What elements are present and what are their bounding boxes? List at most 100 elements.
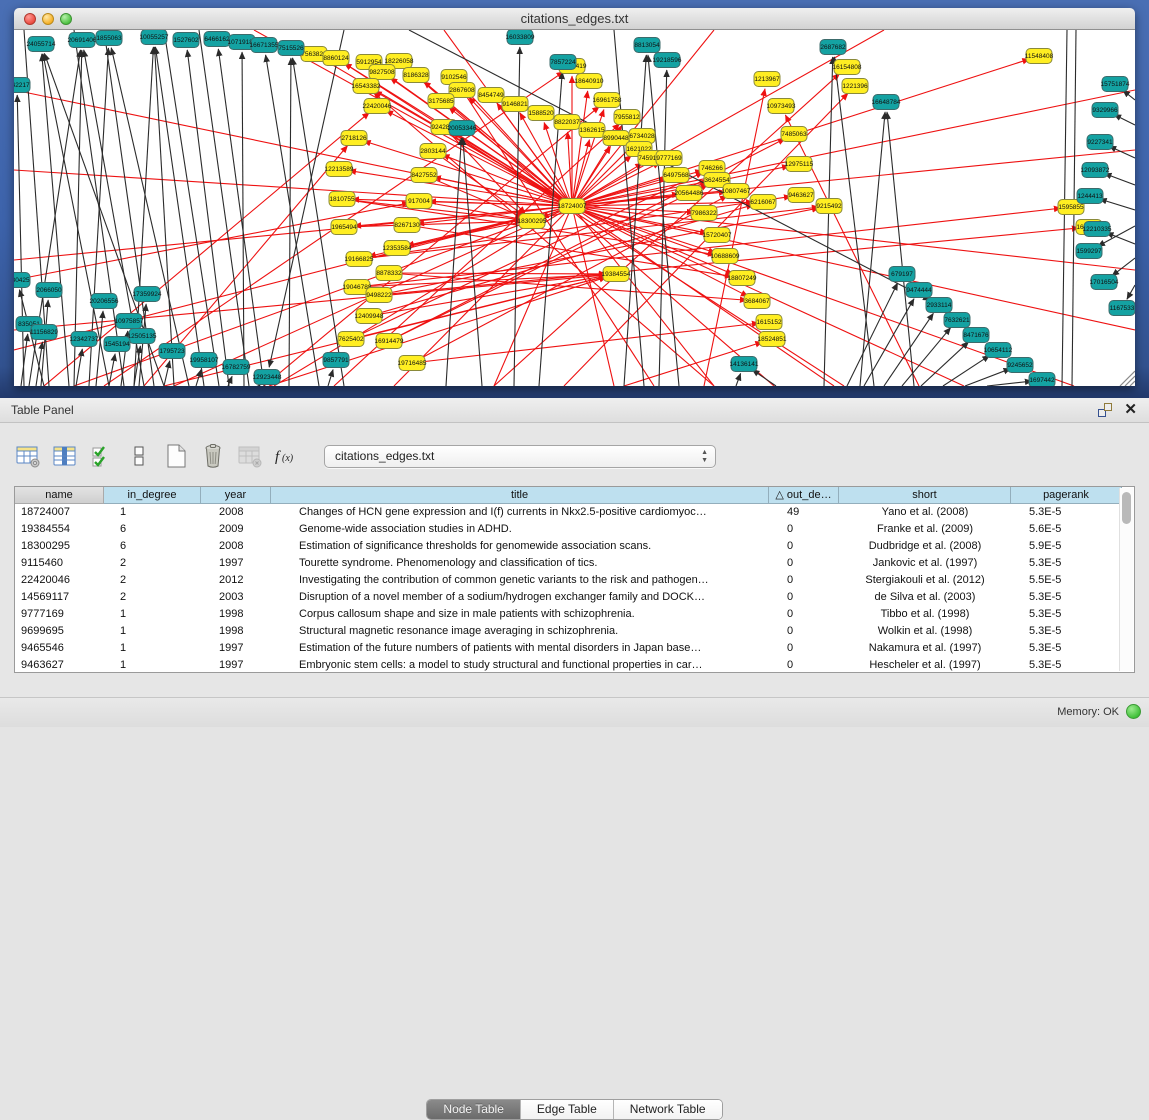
graph-node-9857791[interactable]: 9857791 [323, 353, 349, 368]
graph-node-16648784[interactable]: 16648784 [872, 95, 901, 110]
table-row[interactable]: 977716911998Corpus callosum shape and si… [15, 606, 1134, 623]
citation-edge-black[interactable] [289, 58, 291, 386]
delete-column-icon[interactable] [199, 443, 227, 469]
graph-node-3684067[interactable]: 3684067 [744, 294, 770, 309]
citation-edge-black[interactable] [164, 361, 170, 386]
citation-edge-red[interactable] [494, 206, 572, 386]
column-header-pagerank[interactable]: pagerank [1011, 487, 1122, 504]
graph-node-10055257[interactable]: 10055257 [140, 30, 169, 45]
graph-node-12093872[interactable]: 12093872 [1081, 163, 1110, 178]
citation-edge-black[interactable] [921, 342, 969, 386]
citation-edge-black[interactable] [987, 381, 1032, 386]
citation-edge-black[interactable] [1112, 258, 1135, 276]
graph-node-1213967[interactable]: 1213967 [754, 72, 780, 87]
graph-node-679197[interactable]: 679197 [889, 267, 915, 282]
graph-node-7625402[interactable]: 7625402 [338, 332, 364, 347]
graph-node-9463627[interactable]: 9463627 [788, 188, 814, 203]
graph-node-7485063[interactable]: 7485063 [781, 127, 807, 142]
graph-node-20564486[interactable]: 20564486 [675, 186, 704, 201]
graph-node-917004[interactable]: 917004 [406, 194, 432, 209]
window-titlebar[interactable]: citations_edges.txt [14, 8, 1135, 30]
graph-node-18640910[interactable]: 18640910 [575, 74, 604, 89]
graph-node-7955812[interactable]: 7955812 [614, 110, 640, 125]
graph-node-6466162[interactable]: 6466162 [204, 32, 230, 47]
citation-edge-black[interactable] [884, 313, 933, 386]
graph-node-12213589[interactable]: 12213589 [325, 162, 354, 177]
tab-edge-table[interactable]: Edge Table [521, 1100, 614, 1119]
table-row[interactable]: 946362711997Embryonic stem cells: a mode… [15, 657, 1134, 674]
graph-node-16782759[interactable]: 16782759 [222, 360, 251, 375]
graph-node-9777169[interactable]: 9777169 [656, 151, 682, 166]
graph-node-1965494[interactable]: 1965494 [331, 220, 357, 235]
citation-edge-black[interactable] [17, 95, 24, 386]
graph-node-18807249[interactable]: 18807249 [728, 271, 757, 286]
citation-edge-black[interactable] [1127, 285, 1135, 299]
citation-edge-black[interactable] [834, 57, 874, 386]
table-row[interactable]: 911546021997Tourette syndrome. Phenomeno… [15, 555, 1134, 572]
graph-node-2687682[interactable]: 2687682 [820, 40, 846, 55]
table-options-icon[interactable] [14, 443, 42, 469]
graph-node-9146821[interactable]: 9146821 [502, 97, 528, 112]
graph-node-24055714[interactable]: 24055714 [27, 37, 56, 52]
citation-edge-red[interactable] [14, 90, 572, 206]
graph-node-2718126[interactable]: 2718126 [341, 131, 367, 146]
graph-node-1167533[interactable]: 1167533 [1109, 301, 1135, 316]
graph-node-12353584[interactable]: 12353584 [383, 241, 412, 256]
graph-node-16154808[interactable]: 16154808 [833, 60, 862, 75]
citation-edge-black[interactable] [76, 349, 82, 386]
graph-node-1615152[interactable]: 1615152 [756, 315, 782, 330]
graph-node-10973493[interactable]: 10973493 [767, 99, 796, 114]
graph-node-15751874[interactable]: 15751874 [1101, 77, 1130, 92]
graph-node-1244413[interactable]: 1244413 [1077, 189, 1103, 204]
table-row[interactable]: 1938455462009Genome-wide association stu… [15, 521, 1134, 538]
column-header-year[interactable]: year [201, 487, 271, 504]
graph-node-9329966[interactable]: 9329966 [1092, 103, 1118, 118]
graph-node-19958107[interactable]: 19958107 [190, 353, 219, 368]
graph-node-19716485[interactable]: 19716485 [398, 356, 427, 371]
table-row[interactable]: 1456911722003Disruption of a novel membe… [15, 589, 1134, 606]
table-header-row[interactable]: namein_degreeyeartitle△ out_de…shortpage… [15, 487, 1134, 504]
graph-node-7515526[interactable]: 7515526 [278, 41, 304, 56]
graph-node-22420046[interactable]: 22420046 [363, 99, 392, 114]
citation-edge-black[interactable] [736, 373, 741, 386]
graph-node-8267130[interactable]: 8267130 [394, 218, 420, 233]
citation-edge-black[interactable] [943, 355, 990, 386]
citation-edge-red[interactable] [412, 323, 759, 363]
table-row[interactable]: 969969511998Structural magnetic resonanc… [15, 623, 1134, 640]
column-header-outde[interactable]: △ out_de… [769, 487, 839, 504]
graph-node-18300295[interactable]: 18300295 [518, 214, 547, 229]
graph-node-1697442[interactable]: 1697442 [1029, 373, 1055, 387]
graph-node-9215492[interactable]: 9215492 [816, 199, 842, 214]
graph-node-1362615[interactable]: 1362615 [579, 123, 605, 138]
table-row[interactable]: 1872400712008Changes of HCN gene express… [15, 504, 1134, 521]
new-table-icon[interactable] [162, 443, 190, 469]
citation-edge-red[interactable] [572, 30, 714, 206]
table-row[interactable]: 1830029562008Estimation of significance … [15, 538, 1134, 555]
citation-edge-black[interactable] [266, 55, 319, 386]
graph-node-1855063[interactable]: 1855063 [96, 31, 122, 46]
graph-node-20691406[interactable]: 20691406 [68, 33, 97, 48]
select-rows-icon[interactable] [88, 443, 116, 469]
column-header-indegree[interactable]: in_degree [104, 487, 201, 504]
citation-edge-red[interactable] [572, 206, 1074, 386]
graph-node-1545194[interactable]: 1545194 [104, 337, 130, 352]
graph-node-8471676[interactable]: 8471676 [963, 328, 989, 343]
graph-node-16671355[interactable]: 16671355 [250, 38, 279, 53]
graph-node-12505135[interactable]: 12505135 [128, 329, 157, 344]
graph-node-10975857[interactable]: 10975857 [115, 314, 144, 329]
graph-node-9498222[interactable]: 9498222 [366, 288, 392, 303]
network-window[interactable]: citations_edges.txt 18724007756382288601… [14, 8, 1135, 386]
graph-node-12975115[interactable]: 12975115 [785, 157, 814, 172]
graph-node-16543382[interactable]: 16543382 [352, 79, 381, 94]
graph-node-2066050[interactable]: 2066050 [36, 283, 62, 298]
column-header-title[interactable]: title [271, 487, 769, 504]
graph-node-19218596[interactable]: 19218596 [653, 53, 682, 68]
graph-node-12409948[interactable]: 12409948 [355, 309, 384, 324]
citation-edge-black[interactable] [864, 299, 914, 386]
graph-node-16914479[interactable]: 16914479 [375, 334, 404, 349]
table-row[interactable]: 946554611997Estimation of the future num… [15, 640, 1134, 657]
graph-node-8860124[interactable]: 8860124 [323, 51, 349, 66]
graph-node-10654112[interactable]: 10654112 [984, 343, 1013, 358]
graph-node-8822037[interactable]: 8822037 [554, 115, 580, 130]
function-builder-icon[interactable]: f(x) [273, 443, 301, 469]
